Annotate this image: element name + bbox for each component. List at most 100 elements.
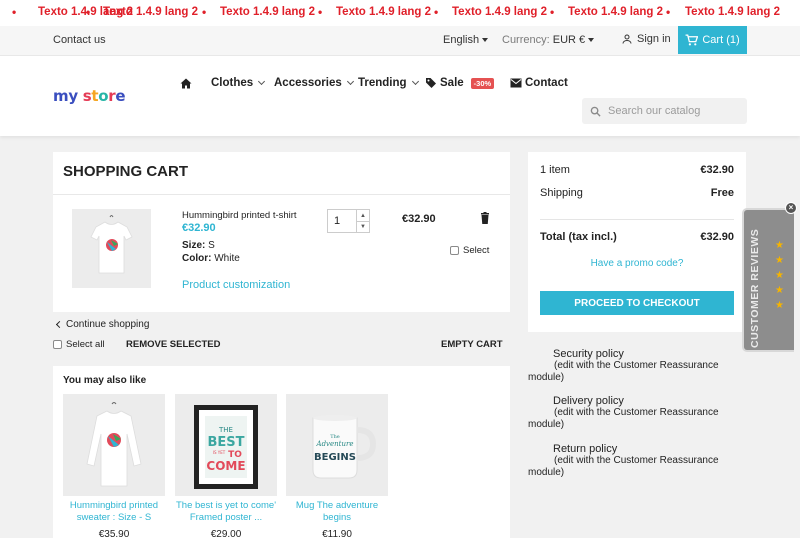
select-item-checkbox[interactable]: Select: [450, 245, 489, 256]
checkbox[interactable]: [450, 246, 459, 255]
chevron-down-icon: [346, 77, 354, 86]
product-price: €11.90: [322, 529, 352, 538]
reassurance-desc: module): [528, 467, 565, 478]
menu-label: Accessories: [274, 77, 342, 89]
customer-reviews-tab[interactable]: CUSTOMER REVIEWS ★ ★ ★ ★ ★: [742, 208, 794, 352]
marquee-item: Texto 1.4.9 lang 2: [685, 6, 781, 18]
section-title: You may also like: [63, 375, 147, 386]
logo-text: my: [53, 87, 78, 105]
tag-icon: [426, 78, 436, 88]
summary-label: Shipping: [540, 187, 583, 199]
contact-us-link[interactable]: Contact us: [53, 34, 106, 46]
product-thumbnail[interactable]: [63, 394, 165, 496]
sign-in-link[interactable]: Sign in: [621, 33, 671, 45]
menu-label: Clothes: [211, 77, 254, 89]
poster-text: IS YET: [213, 450, 226, 455]
tshirt-image: [90, 215, 133, 274]
currency-selector[interactable]: Currency: EUR €: [502, 34, 595, 46]
sign-in-label: Sign in: [637, 33, 671, 45]
quantity-up-icon[interactable]: ▲: [357, 210, 369, 221]
reassurance-title: Return policy: [553, 443, 618, 455]
cart-button[interactable]: Cart (1): [678, 26, 747, 54]
summary-items-row: 1 item €32.90: [540, 164, 734, 176]
poster-text: BEST: [207, 435, 244, 450]
menu-label: Contact: [525, 77, 568, 89]
caret-down-icon: [482, 38, 489, 43]
currency-value: EUR €: [552, 34, 586, 46]
marquee-separator: •: [12, 5, 17, 19]
reviews-label: CUSTOMER REVIEWS: [749, 228, 761, 348]
product-name-link[interactable]: The best is yet to come' Framed poster .…: [175, 500, 277, 524]
attr-label: Color:: [182, 253, 212, 264]
menu-clothes[interactable]: Clothes: [211, 77, 266, 89]
summary-shipping-row: Shipping Free: [540, 187, 734, 199]
envelope-icon: [510, 78, 522, 88]
marquee-item: Texto 1.4.9 lang 2: [336, 6, 432, 18]
marquee-item: Texto 1.4.9 lang 2: [452, 6, 548, 18]
search-box[interactable]: Search our catalog: [582, 98, 747, 124]
continue-shopping-link[interactable]: Continue shopping: [55, 319, 149, 330]
reassurance-desc: module): [528, 372, 565, 383]
marquee-separator: •: [202, 5, 207, 19]
product-image[interactable]: [72, 209, 151, 288]
proceed-to-checkout-button[interactable]: Proceed to checkout: [540, 291, 734, 315]
summary-total-row: Total (tax incl.) €32.90: [540, 231, 734, 243]
sweater-image: [86, 402, 142, 487]
reassurance-desc: (edit with the Customer Reassurance: [554, 455, 719, 466]
attr-value: White: [214, 253, 240, 264]
remove-selected-button[interactable]: Remove selected: [126, 339, 221, 350]
mug-image: The Adventure BEGINS: [312, 415, 377, 479]
attr-value: S: [208, 240, 215, 251]
product-size: Size: S: [182, 240, 215, 251]
select-all-checkbox[interactable]: Select all: [53, 339, 105, 350]
product-customization-link[interactable]: Product customization: [182, 279, 290, 291]
product-name-link[interactable]: Hummingbird printed sweater : Size - S: [63, 500, 165, 524]
language-selector[interactable]: English: [443, 34, 489, 46]
logo-text: o: [98, 87, 109, 105]
reassurance-block: Return policy (edit with the Customer Re…: [528, 443, 719, 479]
marquee-item: Texto 1.4.9 lang 2: [568, 6, 664, 18]
summary-label: Total (tax incl.): [540, 231, 617, 243]
empty-cart-button[interactable]: Empty cart: [441, 339, 503, 350]
trash-icon[interactable]: [480, 212, 490, 227]
reassurance-desc: (edit with the Customer Reassurance: [554, 407, 719, 418]
menu-label: Trending: [358, 77, 407, 89]
marquee-separator: •: [434, 5, 439, 19]
reassurance-title: Security policy: [553, 348, 624, 360]
product-name-link[interactable]: Mug The adventure begins: [286, 500, 388, 524]
currency-label: Currency:: [502, 34, 550, 46]
chevron-down-icon: [258, 77, 266, 86]
menu-sale[interactable]: Sale -30%: [425, 77, 495, 89]
product-price: €32.90: [182, 222, 216, 234]
sale-badge: -30%: [470, 77, 495, 89]
star-icon: ★: [775, 285, 784, 296]
checkbox[interactable]: [53, 340, 62, 349]
select-all-label: Select all: [66, 339, 105, 350]
product-card[interactable]: Hummingbird printed sweater : Size - S €…: [63, 394, 165, 538]
poster-text: THE: [218, 426, 233, 434]
announcement-marquee: • Texto 1.4.9 lang 2 • Texto 1.4.9 lang …: [0, 0, 800, 26]
close-icon[interactable]: ×: [785, 202, 797, 214]
cart-label: Cart (1): [702, 34, 740, 46]
star-icon: ★: [775, 300, 784, 311]
quantity-down-icon[interactable]: ▼: [357, 221, 369, 232]
search-input[interactable]: Search our catalog: [608, 105, 700, 117]
page-title: Shopping Cart: [63, 163, 189, 180]
menu-trending[interactable]: Trending: [358, 77, 419, 89]
product-card[interactable]: THE BEST IS YET TO COME The best is yet …: [175, 394, 277, 538]
promo-code-link[interactable]: Have a promo code?: [528, 258, 746, 269]
chevron-down-icon: [411, 77, 419, 86]
reassurance-desc: module): [528, 419, 565, 430]
chevron-left-icon: [55, 320, 64, 329]
store-logo[interactable]: my store: [53, 87, 126, 105]
home-link[interactable]: [180, 78, 192, 89]
line-total: €32.90: [402, 213, 436, 225]
quantity-stepper[interactable]: 1 ▲ ▼: [327, 209, 370, 233]
product-name[interactable]: Hummingbird printed t-shirt: [182, 210, 297, 221]
product-card[interactable]: The Adventure BEGINS Mug The adventure b…: [286, 394, 388, 538]
quantity-input[interactable]: 1: [334, 215, 340, 227]
product-thumbnail[interactable]: The Adventure BEGINS: [286, 394, 388, 496]
menu-contact[interactable]: Contact: [510, 77, 568, 89]
product-thumbnail[interactable]: THE BEST IS YET TO COME: [175, 394, 277, 496]
menu-accessories[interactable]: Accessories: [274, 77, 354, 89]
